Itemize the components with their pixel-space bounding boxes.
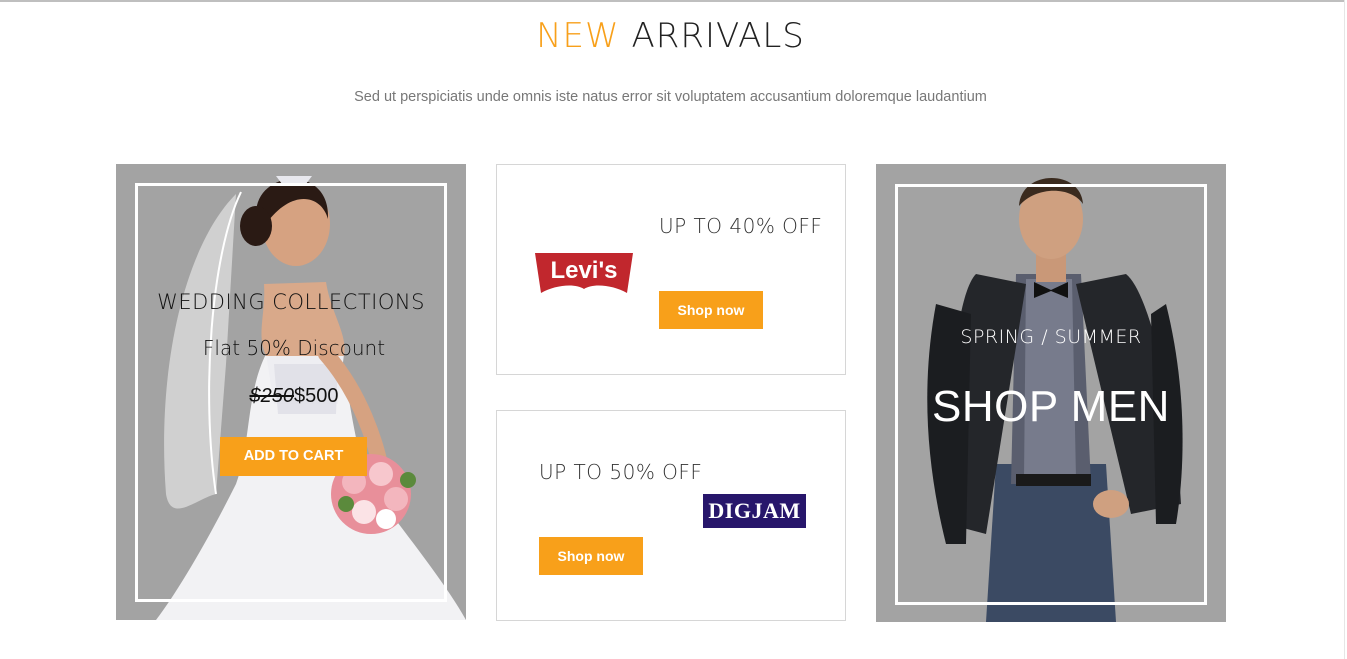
- wedding-heading: WEDDING COLLECTIONS: [157, 290, 425, 314]
- levis-shop-now-button[interactable]: Shop now: [659, 291, 763, 329]
- new-price: $500: [294, 385, 339, 407]
- season-label: SPRING / SUMMER: [960, 326, 1142, 348]
- digjam-shop-now-button[interactable]: Shop now: [539, 537, 643, 575]
- wedding-price: $250$500: [116, 385, 466, 408]
- add-to-cart-button[interactable]: ADD TO CART: [220, 437, 367, 476]
- section-title-main: ARRIVALS: [631, 16, 805, 56]
- digjam-promo-card[interactable]: UP TO 50% OFF Shop now DIGJAM: [496, 410, 846, 621]
- digjam-logo: DIGJAM: [703, 494, 806, 528]
- digjam-offer: UP TO 50% OFF: [539, 460, 703, 484]
- section-title: NEW ARRIVALS: [0, 16, 1341, 56]
- levis-logo-text: Levi's: [550, 257, 617, 284]
- levis-offer: UP TO 40% OFF: [659, 214, 823, 238]
- levis-promo-card[interactable]: Levi's UP TO 40% OFF Shop now: [496, 164, 846, 375]
- section-subtitle: Sed ut perspiciatis unde omnis iste natu…: [354, 89, 987, 105]
- scrollbar-edge: [1344, 0, 1345, 659]
- shop-men-title[interactable]: SHOP MEN: [876, 382, 1226, 432]
- levis-logo: Levi's: [535, 253, 633, 293]
- wedding-collection-card[interactable]: WEDDING COLLECTIONS Flat 50% Discount $2…: [116, 164, 466, 620]
- old-price: $250: [249, 385, 295, 407]
- top-divider: [0, 0, 1344, 2]
- section-title-accent: NEW: [536, 16, 620, 56]
- shop-men-card[interactable]: SPRING / SUMMER SHOP MEN: [876, 164, 1226, 622]
- wedding-discount: Flat 50% Discount: [202, 336, 386, 360]
